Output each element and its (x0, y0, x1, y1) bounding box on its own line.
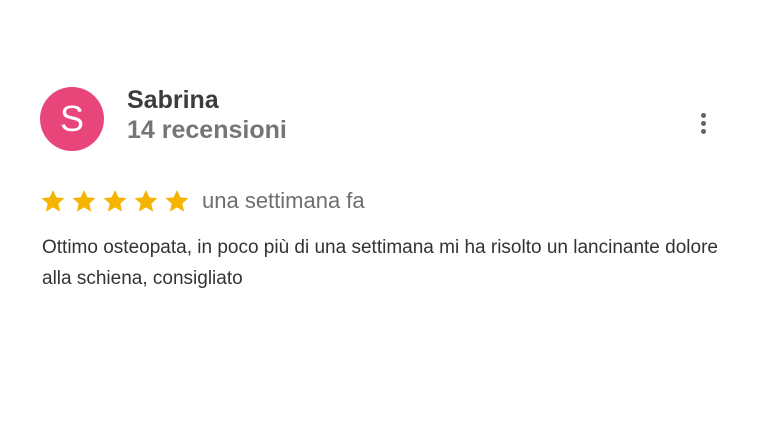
author-review-count: 14 recensioni (127, 116, 287, 144)
star-icon (102, 188, 128, 214)
more-options-button[interactable] (690, 106, 716, 140)
author-name[interactable]: Sabrina (127, 85, 287, 115)
avatar[interactable]: S (40, 87, 104, 151)
star-icon (71, 188, 97, 214)
rating-row: una settimana fa (40, 186, 365, 216)
star-icon (40, 188, 66, 214)
star-icon (164, 188, 190, 214)
review-date: una settimana fa (202, 188, 365, 213)
more-vert-icon-dot-2 (700, 120, 706, 126)
author-block: Sabrina 14 recensioni (127, 85, 287, 145)
star-icon (133, 188, 159, 214)
avatar-letter: S (59, 98, 84, 139)
review-text: Ottimo osteopata, in poco più di una set… (42, 237, 718, 289)
more-vert-icon (700, 112, 706, 118)
more-vert-icon-dot-3 (700, 128, 706, 134)
review-card: S Sabrina 14 recensioni una settimana fa… (0, 0, 768, 433)
star-rating (40, 188, 195, 214)
